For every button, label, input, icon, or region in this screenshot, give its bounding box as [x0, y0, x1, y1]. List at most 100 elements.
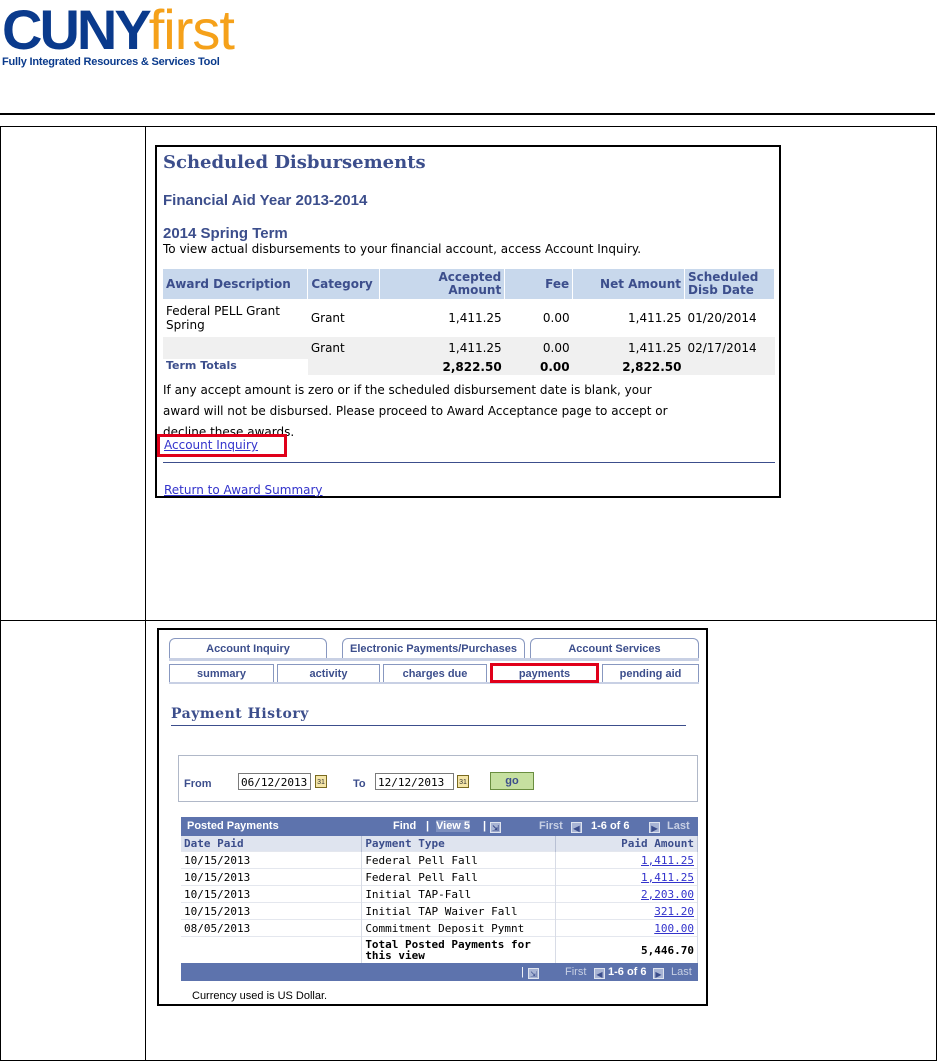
date-paid: 10/15/2013: [181, 851, 363, 869]
first-label: First: [565, 966, 587, 978]
separator: |: [426, 820, 430, 832]
col-category: Category: [307, 269, 381, 299]
page-title: Scheduled Disbursements: [163, 152, 426, 173]
net-amount: 1,411.25: [572, 337, 685, 359]
subtab-pending-aid[interactable]: pending aid: [602, 664, 699, 682]
table-row: 10/15/2013 Initial TAP-Fall 2,203.00: [181, 885, 698, 903]
separator: |: [521, 966, 524, 978]
accepted-amount: 1,411.25: [379, 299, 505, 337]
paid-amount-link[interactable]: 100.00: [654, 922, 694, 935]
separator: |: [483, 820, 487, 832]
category: Grant: [307, 299, 380, 337]
award-description: [163, 337, 308, 359]
date-paid: 10/15/2013: [181, 885, 363, 903]
to-date-input[interactable]: 12/12/2013: [375, 773, 454, 790]
table-column-divider: [145, 126, 146, 1060]
subtab-charges-due[interactable]: charges due: [383, 664, 487, 682]
payments-table: Date Paid Payment Type Paid Amount 10/15…: [181, 836, 698, 963]
section-divider: [163, 462, 775, 463]
total-row: Total Posted Payments for this view 5,44…: [181, 936, 698, 963]
tab-electronic-payments[interactable]: Electronic Payments/Purchases: [342, 638, 525, 658]
title-divider: [171, 725, 686, 726]
col-award-description: Award Description: [163, 269, 309, 299]
highlight-box: [157, 434, 287, 457]
header-divider: [0, 113, 935, 115]
totals-empty-date: [684, 359, 775, 375]
from-date-input[interactable]: 06/12/2013: [238, 773, 311, 790]
logo-tagline: Fully Integrated Resources & Services To…: [2, 56, 220, 68]
table-row: 10/15/2013 Federal Pell Fall 1,411.25: [181, 868, 698, 886]
tab-bar: [169, 658, 699, 661]
net-amount: 1,411.25: [572, 299, 685, 337]
date-paid: 10/15/2013: [181, 902, 363, 920]
row-range: 1-6 of 6: [591, 820, 630, 832]
payment-type: Initial TAP Waiver Fall: [361, 902, 557, 920]
disb-date: 02/17/2014: [684, 337, 775, 359]
accepted-amount: 1,411.25: [379, 337, 505, 359]
totals-empty-cell: [307, 359, 380, 375]
table-row-divider: [0, 620, 936, 621]
view-all-link[interactable]: View 5: [436, 820, 471, 832]
fee: 0.00: [504, 337, 573, 359]
scheduled-disbursements-screenshot: Scheduled Disbursements Financial Aid Ye…: [155, 145, 781, 498]
payment-type: Initial TAP-Fall: [361, 885, 557, 903]
col-fee: Fee: [504, 269, 574, 299]
row-range: 1-6 of 6: [608, 966, 647, 978]
term-totals-row: Term Totals 2,822.50 0.00 2,822.50: [163, 359, 775, 375]
calendar-icon[interactable]: 31: [457, 775, 469, 788]
table-row: 10/15/2013 Federal Pell Fall 1,411.25: [181, 851, 698, 869]
aid-year-heading: Financial Aid Year 2013-2014: [163, 192, 368, 209]
paid-amount-link[interactable]: 1,411.25: [641, 854, 694, 867]
payment-history-screenshot: Account Inquiry Electronic Payments/Purc…: [157, 628, 708, 1006]
fee: 0.00: [504, 299, 573, 337]
grid-title: Posted Payments: [187, 820, 279, 832]
payment-type: Federal Pell Fall: [361, 868, 557, 886]
from-label: From: [184, 778, 212, 790]
disbursement-note: To view actual disbursements to your fin…: [163, 242, 642, 256]
col-net-amount: Net Amount: [572, 269, 685, 299]
award-description: Federal PELL Grant Spring: [163, 299, 308, 337]
return-to-award-summary-link[interactable]: Return to Award Summary: [164, 483, 323, 497]
total-label: Total Posted Payments for this view: [361, 936, 557, 963]
total-net: 2,822.50: [572, 359, 685, 375]
term-heading: 2014 Spring Term: [163, 225, 288, 242]
subtab-activity[interactable]: activity: [277, 664, 380, 682]
paid-amount-link[interactable]: 321.20: [654, 905, 694, 918]
first-label: First: [539, 820, 563, 832]
subtab-summary[interactable]: summary: [169, 664, 274, 682]
disbursements-table: Award Description Category Accepted Amou…: [163, 269, 776, 375]
date-paid: 10/15/2013: [181, 868, 363, 886]
total-empty-cell: [181, 936, 363, 963]
find-link[interactable]: Find: [393, 820, 416, 832]
total-value: 5,446.70: [555, 936, 698, 963]
logo-cuny-text: CUNY: [2, 0, 152, 61]
tab-account-inquiry[interactable]: Account Inquiry: [169, 638, 327, 658]
cunyfirst-logo: CUNYfirst Fully Integrated Resources & S…: [2, 0, 235, 69]
col-accepted-amount: Accepted Amount: [379, 269, 506, 299]
payment-history-title: Payment History: [171, 706, 309, 722]
col-payment-type: Payment Type: [361, 836, 557, 852]
table-row: Grant 1,411.25 0.00 1,411.25 02/17/2014: [163, 337, 775, 359]
category: Grant: [307, 337, 380, 359]
payment-type: Commitment Deposit Pymnt: [361, 919, 557, 937]
date-paid: 08/05/2013: [181, 919, 363, 937]
posted-payments-grid: Posted Payments Find | View 5 | ⇲ First …: [181, 817, 698, 981]
subtab-bar: [169, 682, 699, 684]
term-totals-label: Term Totals: [163, 359, 240, 375]
calendar-icon[interactable]: 31: [315, 775, 327, 788]
currency-note: Currency used is US Dollar.: [192, 990, 328, 1002]
last-label: Last: [667, 820, 690, 832]
disb-date: 01/20/2014: [684, 299, 775, 337]
col-paid-amount: Paid Amount: [555, 836, 698, 852]
tab-account-services[interactable]: Account Services: [530, 638, 699, 658]
last-label: Last: [671, 966, 692, 978]
total-fee: 0.00: [504, 359, 573, 375]
grid-header: Posted Payments Find | View 5 | ⇲ First …: [181, 817, 698, 836]
total-accepted: 2,822.50: [379, 359, 505, 375]
col-scheduled-disb-date: Scheduled Disb Date: [684, 269, 776, 299]
to-label: To: [353, 778, 366, 790]
paid-amount-link[interactable]: 1,411.25: [641, 871, 694, 884]
grid-footer: | ⇲ First ◀ 1-6 of 6 ▶ Last: [181, 963, 698, 981]
go-button[interactable]: go: [490, 772, 534, 790]
paid-amount-link[interactable]: 2,203.00: [641, 888, 694, 901]
